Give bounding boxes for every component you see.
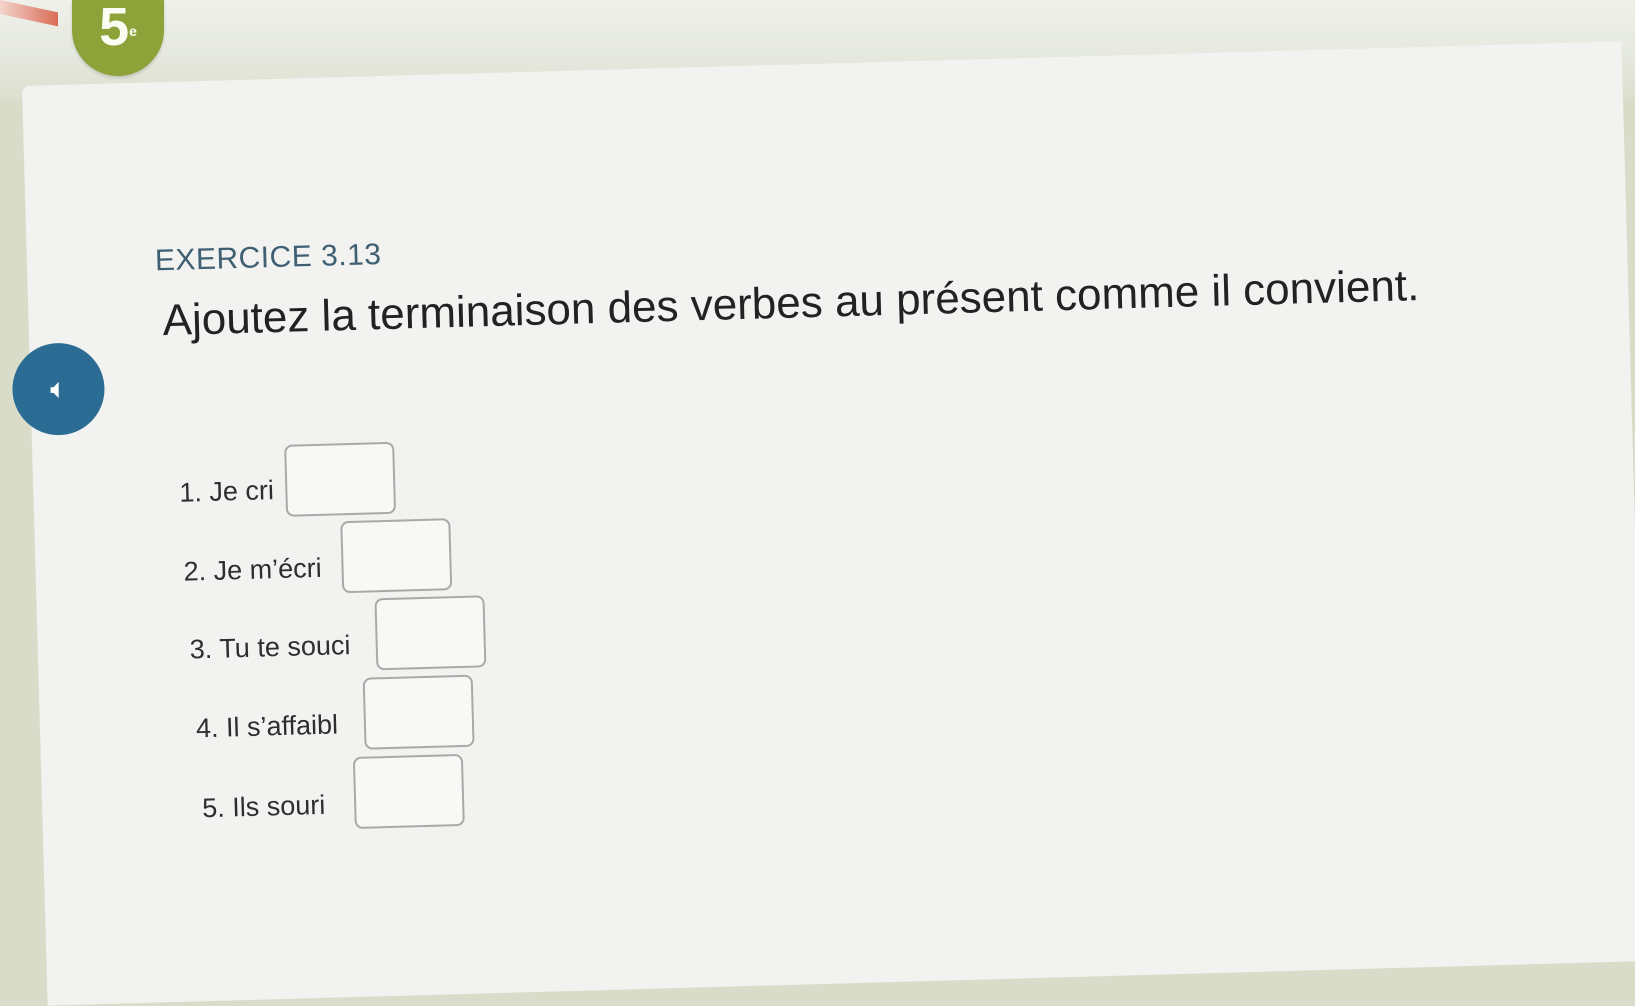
exercise-title: EXERCICE 3.13 [154,238,382,278]
badge-number: 5 [99,0,130,57]
question-item-1: 1. Je cri [179,475,274,509]
exercise-card: EXERCICE 3.13 🔈︎ Ajoutez la terminaison … [12,41,1635,1006]
question-item-3: 3. Tu te souci [189,630,350,665]
question-label: 1. Je cri [179,475,275,508]
answer-input-4[interactable] [362,674,475,750]
answer-input-5[interactable] [352,753,465,829]
question-label: 2. Je m’écri [183,552,323,587]
badge-accent [0,0,58,27]
answer-input-2[interactable] [340,518,453,594]
question-label: 4. Il s’affaibl [195,709,339,744]
question-item-5: 5. Ils souri [202,790,326,824]
question-label: 5. Ils souri [201,789,326,824]
question-item-4: 4. Il s’affaibl [196,709,339,744]
badge-suffix: e [129,23,137,39]
level-badge: 5e [72,0,164,76]
speaker-icon: 🔈︎ [50,373,67,405]
answer-input-3[interactable] [374,595,487,671]
audio-play-button[interactable]: 🔈︎ [12,343,105,436]
instruction-text: Ajoutez la terminaison des verbes au pré… [161,261,1420,346]
answer-input-1[interactable] [284,441,397,517]
question-item-2: 2. Je m’écri [183,553,322,588]
question-label: 3. Tu te souci [189,630,351,665]
